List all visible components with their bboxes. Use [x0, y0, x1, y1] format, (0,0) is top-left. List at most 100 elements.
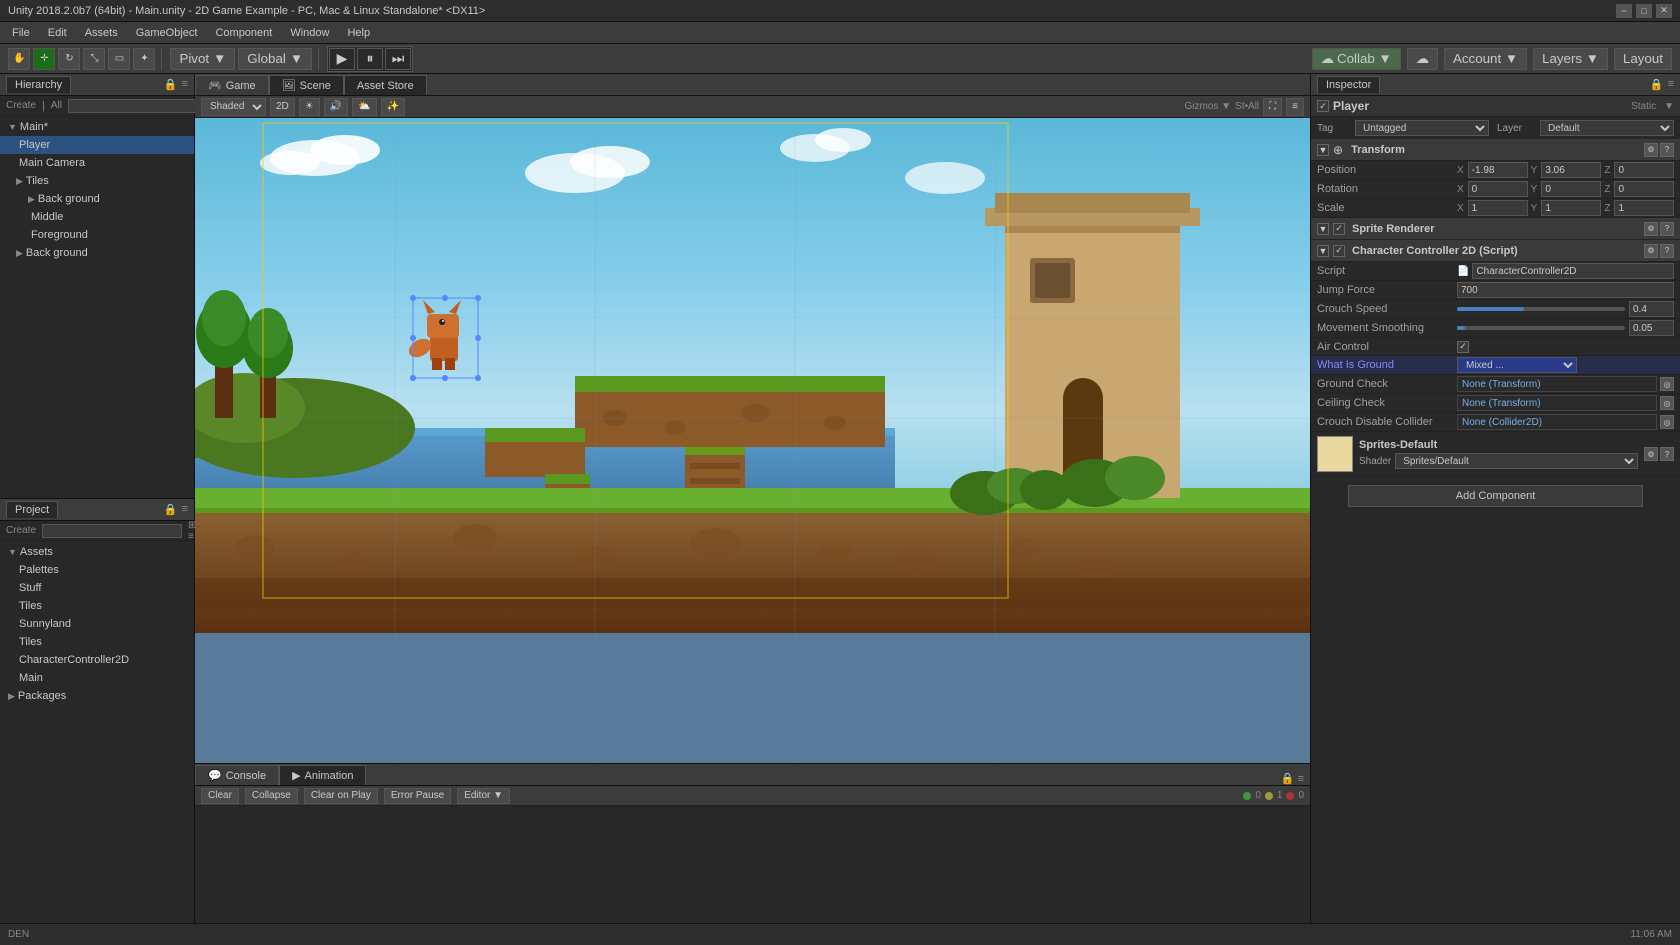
- console-lock-icon[interactable]: 🔒: [1281, 772, 1295, 785]
- character-controller-header[interactable]: ▼ ✓ Character Controller 2D (Script) ⚙ ?: [1311, 240, 1680, 262]
- cc-active-checkbox[interactable]: ✓: [1333, 245, 1345, 257]
- skybox-button[interactable]: ⛅: [352, 98, 376, 116]
- inspector-tab[interactable]: Inspector: [1317, 76, 1380, 93]
- project-item-tiles[interactable]: Tiles: [0, 597, 194, 615]
- project-item-controller[interactable]: CharacterController2D: [0, 651, 194, 669]
- project-item-stuff[interactable]: Stuff: [0, 579, 194, 597]
- restore-button[interactable]: □: [1636, 4, 1652, 18]
- rotate-tool-button[interactable]: ↻: [58, 48, 80, 70]
- what-is-ground-select[interactable]: Mixed ...: [1457, 357, 1577, 373]
- cloud-button[interactable]: ☁: [1407, 48, 1438, 70]
- transform-help-icon[interactable]: ?: [1660, 143, 1674, 157]
- all-label[interactable]: All: [51, 100, 62, 111]
- ground-check-input[interactable]: [1457, 376, 1657, 392]
- project-tab[interactable]: Project: [6, 501, 58, 518]
- project-lock-icon[interactable]: 🔒: [164, 503, 178, 516]
- jump-force-input[interactable]: [1457, 282, 1674, 298]
- project-item-tiles2[interactable]: Tiles: [0, 633, 194, 651]
- crouch-disable-pick-icon[interactable]: ◎: [1660, 415, 1674, 429]
- hierarchy-item-camera[interactable]: Main Camera: [0, 154, 194, 172]
- animation-tab[interactable]: ▶ Animation: [279, 765, 366, 785]
- menu-file[interactable]: File: [4, 25, 38, 41]
- tab-scene[interactable]: 🖼 Scene: [269, 75, 344, 95]
- clear-on-play-button[interactable]: Clear on Play: [304, 788, 378, 804]
- collapse-button[interactable]: Collapse: [245, 788, 298, 804]
- hierarchy-tab[interactable]: Hierarchy: [6, 76, 71, 93]
- pos-y-input[interactable]: [1541, 162, 1601, 178]
- sprite-help-icon[interactable]: ?: [1660, 222, 1674, 236]
- pivot-button[interactable]: Pivot ▼: [170, 48, 235, 70]
- project-item-palettes[interactable]: Palettes: [0, 561, 194, 579]
- hierarchy-item-tiles[interactable]: ▶ Tiles: [0, 172, 194, 190]
- pos-x-input[interactable]: [1468, 162, 1528, 178]
- multi-tool-button[interactable]: ✦: [133, 48, 155, 70]
- close-button[interactable]: ✕: [1656, 4, 1672, 18]
- cc-help-icon[interactable]: ?: [1660, 244, 1674, 258]
- rot-x-input[interactable]: [1468, 181, 1528, 197]
- hierarchy-item-main[interactable]: ▼ Main*: [0, 118, 194, 136]
- window-controls[interactable]: − □ ✕: [1616, 4, 1672, 18]
- movement-smoothing-input[interactable]: [1629, 320, 1674, 336]
- project-item-sunnyland[interactable]: Sunnyland: [0, 615, 194, 633]
- hierarchy-item-middle[interactable]: Middle: [0, 208, 194, 226]
- hierarchy-item-background2[interactable]: ▶ Back ground: [0, 190, 194, 208]
- scale-y-input[interactable]: [1541, 200, 1601, 216]
- tab-game[interactable]: 🎮 Game: [195, 75, 269, 95]
- menu-assets[interactable]: Assets: [77, 25, 126, 41]
- fx-button[interactable]: ✨: [381, 98, 405, 116]
- scale-z-input[interactable]: [1614, 200, 1674, 216]
- tag-select[interactable]: Untagged: [1355, 120, 1489, 136]
- hierarchy-item-player[interactable]: Player: [0, 136, 194, 154]
- clear-button[interactable]: Clear: [201, 788, 239, 804]
- layout-button[interactable]: Layout: [1614, 48, 1672, 70]
- layers-button[interactable]: Layers ▼: [1533, 48, 1608, 70]
- crouch-disable-input[interactable]: [1457, 414, 1657, 430]
- menu-help[interactable]: Help: [339, 25, 378, 41]
- menu-component[interactable]: Component: [207, 25, 280, 41]
- sprites-help-icon[interactable]: ?: [1660, 447, 1674, 461]
- layer-select[interactable]: Default: [1540, 120, 1674, 136]
- move-tool-button[interactable]: ✛: [33, 48, 55, 70]
- sprite-renderer-header[interactable]: ▼ ✓ Sprite Renderer ⚙ ?: [1311, 218, 1680, 240]
- pos-z-input[interactable]: [1614, 162, 1674, 178]
- air-control-checkbox[interactable]: ✓: [1457, 341, 1469, 353]
- crouch-speed-input[interactable]: [1629, 301, 1674, 317]
- minimize-button[interactable]: −: [1616, 4, 1632, 18]
- rect-tool-button[interactable]: ▭: [108, 48, 130, 70]
- menu-edit[interactable]: Edit: [40, 25, 75, 41]
- menu-window[interactable]: Window: [282, 25, 337, 41]
- project-search[interactable]: [42, 524, 182, 538]
- hierarchy-menu-icon[interactable]: ≡: [182, 78, 188, 91]
- project-create-label[interactable]: Create: [6, 525, 36, 536]
- sprite-settings-icon[interactable]: ⚙: [1644, 222, 1658, 236]
- shaded-select[interactable]: Shaded: [201, 98, 266, 116]
- movement-smoothing-slider[interactable]: [1457, 326, 1625, 330]
- ceiling-check-input[interactable]: [1457, 395, 1657, 411]
- scene-viewport[interactable]: [195, 118, 1310, 763]
- console-menu-icon[interactable]: ≡: [1298, 773, 1304, 785]
- tab-asset-store[interactable]: Asset Store: [344, 75, 427, 95]
- collab-button[interactable]: ☁ Collab ▼: [1312, 48, 1401, 70]
- hand-tool-button[interactable]: ✋: [8, 48, 30, 70]
- scale-tool-button[interactable]: ⤡: [83, 48, 105, 70]
- crouch-speed-slider[interactable]: [1457, 307, 1625, 311]
- create-label[interactable]: Create: [6, 100, 36, 111]
- pause-button[interactable]: ⏸: [357, 48, 383, 70]
- project-item-main[interactable]: Main: [0, 669, 194, 687]
- project-item-packages[interactable]: ▶ Packages: [0, 687, 194, 705]
- rot-z-input[interactable]: [1614, 181, 1674, 197]
- hierarchy-search[interactable]: [68, 99, 208, 113]
- maximize-scene-button[interactable]: ⛶: [1263, 98, 1282, 116]
- lights-button[interactable]: ☀: [299, 98, 320, 116]
- 2d-button[interactable]: 2D: [270, 98, 295, 116]
- script-input[interactable]: [1472, 263, 1674, 279]
- hierarchy-lock-icon[interactable]: 🔒: [164, 78, 178, 91]
- transform-settings-icon[interactable]: ⚙: [1644, 143, 1658, 157]
- ceiling-check-pick-icon[interactable]: ◎: [1660, 396, 1674, 410]
- inspector-menu-icon[interactable]: ≡: [1668, 78, 1674, 91]
- step-button[interactable]: ⏭: [385, 48, 411, 70]
- sprites-settings-icon[interactable]: ⚙: [1644, 447, 1658, 461]
- sprite-active-checkbox[interactable]: ✓: [1333, 223, 1345, 235]
- project-item-assets[interactable]: ▼ Assets: [0, 543, 194, 561]
- play-button[interactable]: ▶: [329, 48, 355, 70]
